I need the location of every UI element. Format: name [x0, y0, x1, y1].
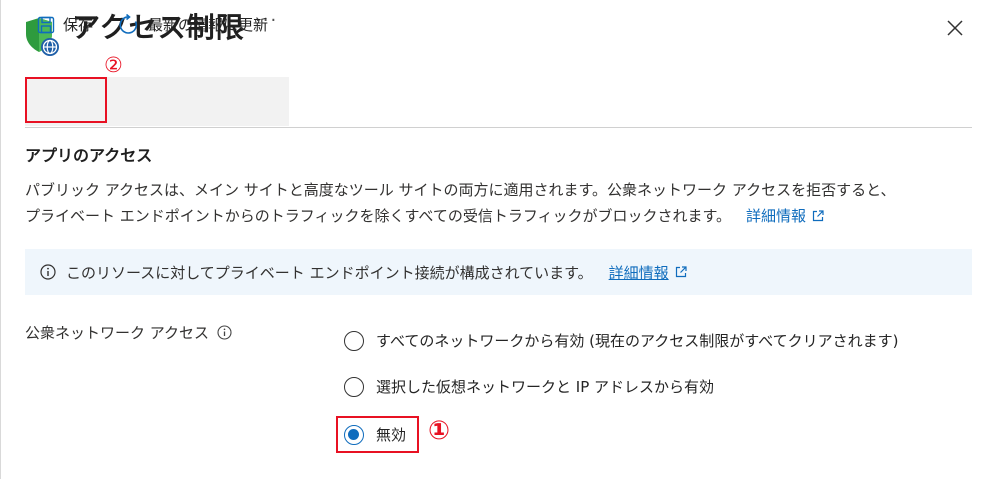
description-line-2: プライベート エンドポイントからのトラフィックを除くすべての受信トラフィックがブ…	[25, 203, 975, 229]
save-highlight-box	[25, 77, 107, 123]
radio-button[interactable]	[344, 376, 364, 397]
external-link-icon	[675, 266, 687, 278]
public-network-access-label-text: 公衆ネットワーク アクセス	[25, 324, 210, 342]
refresh-icon	[119, 13, 138, 34]
info-message-text: このリソースに対してプライベート エンドポイント接続が構成されています。	[66, 263, 593, 282]
description-line-1: パブリック アクセスは、メイン サイトと高度なツール サイトの両方に適用されます…	[25, 181, 896, 199]
radio-option-all-networks[interactable]: すべてのネットワークから有効 (現在のアクセス制限がすべてクリアされます)	[344, 330, 898, 351]
description-line-2-text: プライベート エンドポイントからのトラフィックを除くすべての受信トラフィックがブ…	[25, 207, 732, 225]
panel-left-border	[0, 0, 1, 479]
annotation-step-1: ①	[428, 416, 451, 446]
radio-option-selected-networks[interactable]: 選択した仮想ネットワークと IP アドレスから有効	[344, 376, 714, 397]
refresh-label: 最新の情報に更新	[148, 16, 269, 34]
external-link-icon	[812, 210, 824, 222]
info-message-bar: このリソースに対してプライベート エンドポイント接続が構成されています。 詳細情…	[25, 249, 972, 295]
info-learn-more-link[interactable]: 詳細情報	[609, 262, 669, 283]
disabled-highlight-box	[336, 416, 419, 453]
toolbar-divider	[25, 127, 972, 128]
close-icon[interactable]	[944, 17, 966, 39]
refresh-button[interactable]: 最新の情報に更新	[114, 0, 289, 49]
radio-label: すべてのネットワークから有効 (現在のアクセス制限がすべてクリアされます)	[376, 332, 899, 350]
radio-label: 選択した仮想ネットワークと IP アドレスから有効	[376, 378, 715, 396]
learn-more-link[interactable]: 詳細情報	[746, 207, 806, 225]
save-button[interactable]: 保存	[25, 0, 107, 49]
info-icon	[40, 264, 56, 280]
save-icon	[37, 16, 55, 33]
section-description: パブリック アクセスは、メイン サイトと高度なツール サイトの両方に適用されます…	[25, 177, 975, 229]
save-label: 保存	[63, 16, 94, 34]
annotation-step-2: ②	[104, 53, 123, 77]
public-network-access-label: 公衆ネットワーク アクセス	[25, 322, 232, 343]
radio-button[interactable]	[344, 330, 364, 351]
info-tooltip-icon[interactable]	[217, 325, 232, 340]
section-title: アプリのアクセス	[25, 146, 153, 165]
